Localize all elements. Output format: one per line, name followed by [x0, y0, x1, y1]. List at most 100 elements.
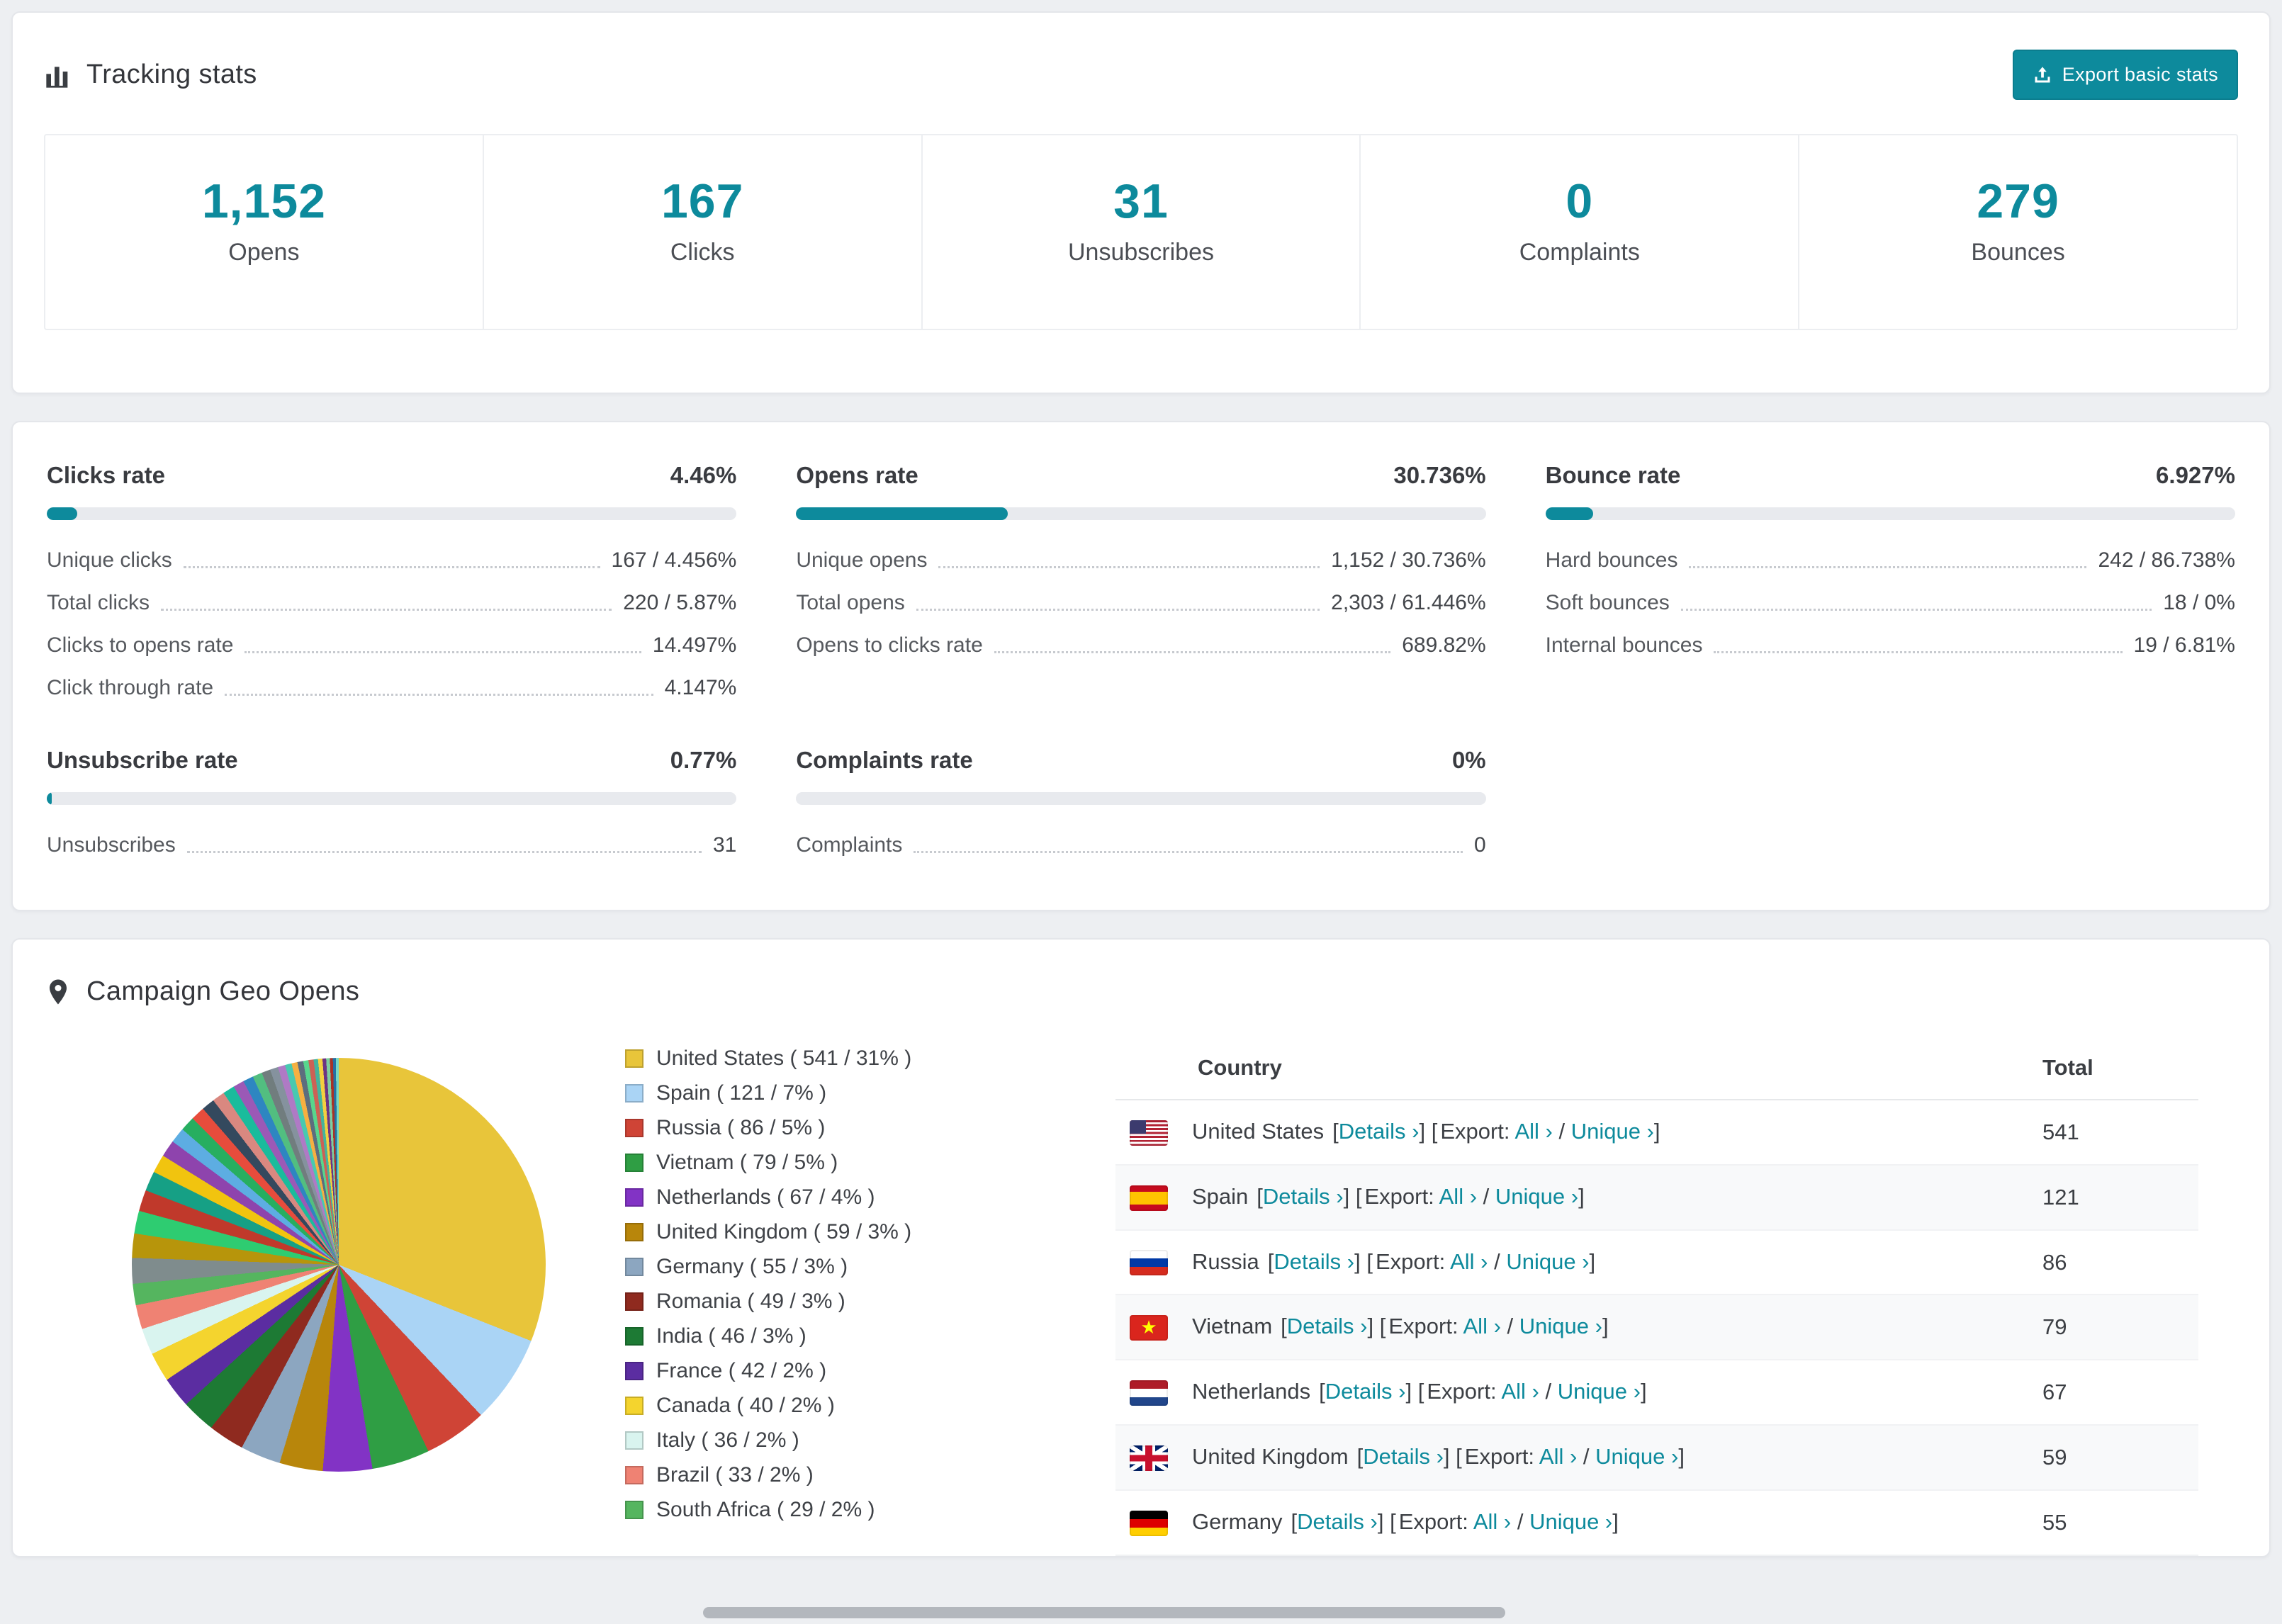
country-flag [1130, 1510, 1168, 1536]
rate-head: Complaints rate 0% [796, 747, 1485, 774]
detail-label: Internal bounces [1545, 633, 1703, 657]
legend-color-swatch [625, 1154, 643, 1172]
export-unique-link[interactable]: Unique › [1495, 1184, 1578, 1209]
country-total: 67 [2042, 1380, 2067, 1405]
tracking-stats-title: Tracking stats [86, 60, 257, 89]
page: Tracking stats Export basic stats 1,152 … [0, 0, 2282, 1557]
export-all-link[interactable]: All › [1501, 1379, 1539, 1404]
export-basic-stats-button[interactable]: Export basic stats [2012, 50, 2238, 100]
rate-value: 0% [1451, 747, 1486, 773]
horizontal-scrollbar-thumb[interactable] [703, 1607, 1505, 1618]
export-all-link[interactable]: All › [1514, 1119, 1552, 1144]
legend-label: Russia ( 86 / 5% ) [656, 1116, 826, 1139]
details-link[interactable]: Details › [1287, 1314, 1368, 1338]
legend-color-swatch [625, 1049, 643, 1068]
details-link[interactable]: Details › [1274, 1249, 1354, 1274]
geo-table: Country Total United States [Details ›] [… [1115, 1038, 2198, 1556]
export-unique-link[interactable]: Unique › [1519, 1314, 1602, 1338]
details-link[interactable]: Details › [1363, 1444, 1444, 1469]
country-name: United Kingdom [1192, 1444, 1349, 1470]
export-label: Export: [1364, 1183, 1434, 1209]
detail-value: 0 [1473, 833, 1486, 857]
country-total: 59 [2042, 1444, 2067, 1470]
export-all-link[interactable]: All › [1439, 1184, 1477, 1209]
export-unique-link[interactable]: Unique › [1558, 1379, 1641, 1404]
rate-detail-rows: Unsubscribes 31 [47, 825, 736, 867]
export-all-link[interactable]: All › [1473, 1509, 1511, 1534]
detail-value: 2,303 / 61.446% [1331, 591, 1486, 614]
dotted-leader [161, 609, 612, 611]
rate-detail-row: Unique clicks 167 / 4.456% [47, 540, 736, 582]
legend-label: Spain ( 121 / 7% ) [656, 1081, 827, 1105]
legend-color-swatch [625, 1223, 643, 1241]
legend-color-swatch [625, 1327, 643, 1346]
detail-label: Hard bounces [1545, 548, 1678, 572]
legend-item: Canada ( 40 / 2% ) [625, 1394, 1050, 1418]
export-unique-link[interactable]: Unique › [1529, 1509, 1612, 1534]
rate-title: Unsubscribe rate [47, 747, 238, 773]
export-label: Export: [1440, 1119, 1510, 1144]
country-flag [1130, 1380, 1168, 1406]
detail-value: 18 / 0% [2163, 591, 2235, 614]
detail-label: Unsubscribes [47, 833, 176, 857]
dotted-leader [916, 609, 1320, 611]
geo-table-row: United Kingdom [Details ›] [Export: All ›… [1115, 1425, 2198, 1490]
legend-color-swatch [625, 1431, 643, 1450]
legend-label: Netherlands ( 67 / 4% ) [656, 1185, 875, 1209]
geo-table-row: Spain [Details ›] [Export: All › / Unique… [1115, 1164, 2198, 1230]
export-all-link[interactable]: All › [1450, 1249, 1488, 1274]
export-all-link[interactable]: All › [1539, 1444, 1577, 1469]
geo-table-header-row: Country Total [1115, 1038, 2198, 1100]
geo-table-row: United States [Details ›] [Export: All › … [1115, 1100, 2198, 1165]
legend-item: Russia ( 86 / 5% ) [625, 1116, 1050, 1140]
details-link[interactable]: Details › [1339, 1119, 1420, 1144]
legend-color-swatch [625, 1258, 643, 1276]
stat-box: 31 Unsubscribes [921, 135, 1360, 329]
details-link[interactable]: Details › [1325, 1379, 1406, 1404]
geo-opens-title: Campaign Geo Opens [86, 976, 360, 1006]
details-link[interactable]: Details › [1297, 1509, 1378, 1534]
stat-label: Unsubscribes [1068, 239, 1214, 266]
rate-value: 30.736% [1393, 462, 1486, 488]
dotted-leader [186, 851, 702, 853]
details-link[interactable]: Details › [1263, 1184, 1344, 1209]
detail-value: 167 / 4.456% [611, 548, 737, 572]
detail-label: Soft bounces [1545, 591, 1670, 614]
country-name: Netherlands [1192, 1379, 1311, 1404]
country-flag [1130, 1250, 1168, 1276]
detail-value: 1,152 / 30.736% [1331, 548, 1486, 572]
dotted-leader [183, 566, 600, 568]
dotted-leader [914, 851, 1463, 853]
rate-value: 4.46% [670, 462, 737, 488]
country-flag [1130, 1185, 1168, 1211]
stat-box: 279 Bounces [1798, 135, 2237, 329]
country-total: 86 [2042, 1249, 2067, 1275]
rate-detail-row: Click through rate 4.147% [47, 667, 736, 710]
map-pin-icon [44, 978, 72, 1006]
dotted-leader [1680, 609, 2152, 611]
export-icon [2035, 66, 2050, 82]
dotted-leader [244, 651, 641, 653]
detail-label: Total opens [796, 591, 905, 614]
legend-item: United Kingdom ( 59 / 3% ) [625, 1220, 1050, 1244]
stat-label: Clicks [670, 239, 735, 266]
detail-label: Unique opens [796, 548, 928, 572]
export-unique-link[interactable]: Unique › [1506, 1249, 1589, 1274]
rate-progress-fill [796, 507, 1008, 520]
rate-detail-rows: Unique clicks 167 / 4.456% Total clicks … [47, 540, 736, 710]
geo-pie-legend: United States ( 541 / 31% ) Spain ( 121 … [625, 1047, 1050, 1533]
rate-progress-bar [47, 792, 737, 805]
geo-pie-chart [132, 1058, 546, 1472]
rate-title: Bounce rate [1545, 462, 1681, 488]
rate-detail-row: Total opens 2,303 / 61.446% [796, 582, 1485, 625]
stat-box: 167 Clicks [482, 135, 921, 329]
export-unique-link[interactable]: Unique › [1595, 1444, 1678, 1469]
rate-detail-row: Unsubscribes 31 [47, 825, 736, 867]
export-unique-link[interactable]: Unique › [1571, 1119, 1654, 1144]
legend-label: India ( 46 / 3% ) [656, 1324, 806, 1348]
legend-label: Brazil ( 33 / 2% ) [656, 1463, 814, 1487]
rate-progress-fill [47, 792, 52, 805]
rate-block: Bounce rate 6.927% Hard bounces 242 / 86… [1545, 462, 2235, 710]
export-all-link[interactable]: All › [1463, 1314, 1501, 1338]
export-basic-stats-label: Export basic stats [2062, 64, 2218, 85]
